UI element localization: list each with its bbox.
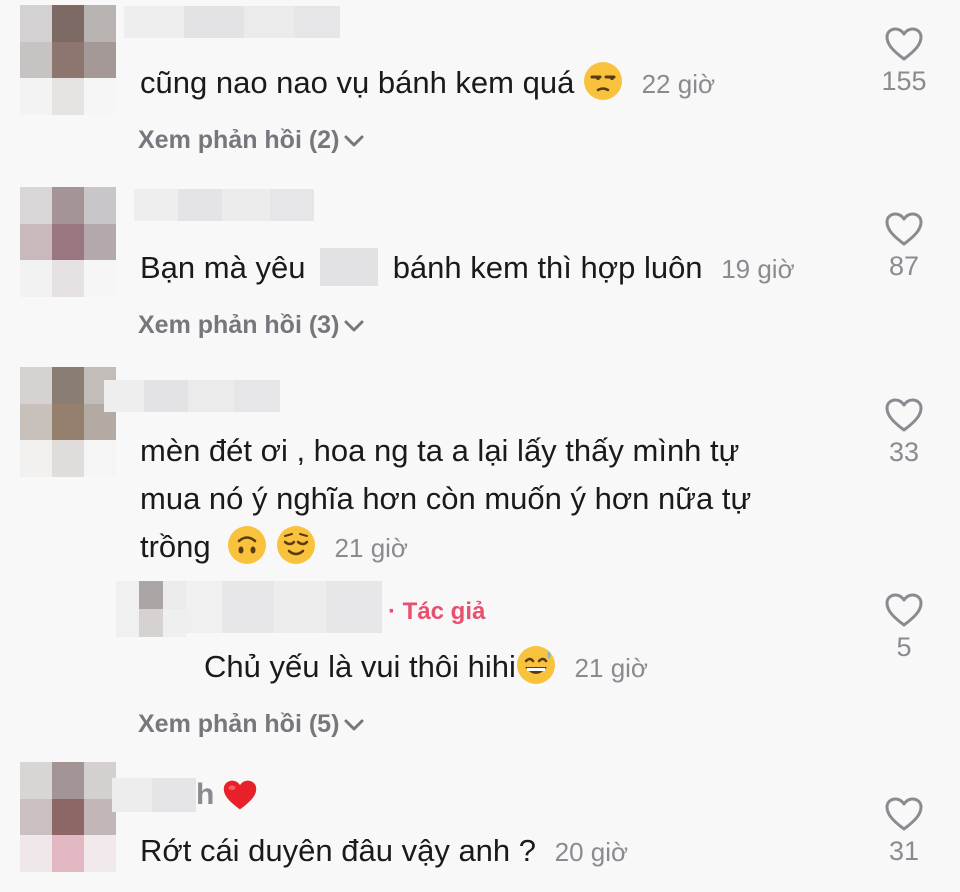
reply-avatar[interactable] xyxy=(116,581,186,637)
heart-outline-icon xyxy=(885,797,923,831)
chevron-down-icon xyxy=(344,135,364,146)
red-heart-icon xyxy=(222,778,258,812)
comment-text: cũng nao nao vụ bánh kem quá 22 giờ xyxy=(140,58,715,109)
chevron-down-icon xyxy=(344,719,364,730)
username-blurred[interactable] xyxy=(112,778,196,812)
comment-body: Rớt cái duyên đâu vậy anh ? xyxy=(140,833,537,868)
reply-username-blurred[interactable] xyxy=(186,581,382,633)
comment-time: 19 giờ xyxy=(721,254,795,284)
view-replies-button[interactable]: Xem phản hồi (3) xyxy=(138,311,365,340)
like-button[interactable]: 31 xyxy=(864,796,944,867)
comment-line-last: trồng 21 giờ xyxy=(140,523,751,572)
like-count: 5 xyxy=(896,632,912,662)
author-badge: · Tác giả xyxy=(388,598,486,625)
reply-time: 21 giờ xyxy=(574,653,648,683)
view-replies-button[interactable]: Xem phản hồi (2) xyxy=(138,126,365,155)
view-replies-label: Xem phản hồi (3) xyxy=(138,311,340,339)
like-count: 31 xyxy=(888,836,920,866)
like-button[interactable]: 87 xyxy=(864,211,944,282)
like-button[interactable]: 155 xyxy=(864,26,944,97)
avatar[interactable] xyxy=(20,367,116,477)
relieved-face-icon xyxy=(276,525,316,565)
view-replies-label: Xem phản hồi (5) xyxy=(138,710,340,738)
unamused-face-icon xyxy=(583,61,623,101)
comment-line: mua nó ý nghĩa hơn còn muốn ý hơn nữa tự xyxy=(140,481,752,516)
like-button[interactable]: 33 xyxy=(864,397,944,468)
censored-word xyxy=(320,248,379,286)
username-suffix: h xyxy=(196,778,215,811)
grinning-sweat-face-icon xyxy=(516,645,556,685)
username-visible[interactable]: h xyxy=(196,778,258,812)
username-blurred[interactable] xyxy=(124,6,340,38)
avatar[interactable] xyxy=(20,187,116,297)
heart-outline-icon xyxy=(885,212,923,246)
heart-outline-icon xyxy=(885,27,923,61)
like-count: 87 xyxy=(888,251,920,281)
view-replies-button[interactable]: Xem phản hồi (5) xyxy=(138,710,365,739)
username-blurred[interactable] xyxy=(134,189,314,221)
comment-body-end: bánh kem thì hợp luôn xyxy=(392,250,703,285)
reply-body: Chủ yếu là vui thôi hihi xyxy=(204,649,516,684)
upside-down-face-icon xyxy=(227,525,267,565)
comment-text: Rớt cái duyên đâu vậy anh ? 20 giờ xyxy=(140,826,628,877)
comment-line: mèn đét ơi , hoa ng ta a lại lấy thấy mì… xyxy=(140,433,740,468)
avatar[interactable] xyxy=(20,762,116,872)
avatar[interactable] xyxy=(20,5,116,115)
reply-like-button[interactable]: 5 xyxy=(864,592,944,663)
like-count: 33 xyxy=(888,437,920,467)
comment-text: Bạn mà yêu bánh kem thì hợp luôn 19 giờ xyxy=(140,243,795,294)
reply-text: Chủ yếu là vui thôi hihi 21 giờ xyxy=(204,642,648,693)
comment-body: cũng nao nao vụ bánh kem quá xyxy=(140,65,575,100)
comment-time: 21 giờ xyxy=(334,533,408,563)
chevron-down-icon xyxy=(344,320,364,331)
like-count: 155 xyxy=(881,66,927,96)
heart-outline-icon xyxy=(885,593,923,627)
comment-text: mèn đét ơi , hoa ng ta a lại lấy thấy mì… xyxy=(140,427,751,572)
heart-outline-icon xyxy=(885,398,923,432)
comment-body-start: Bạn mà yêu xyxy=(140,250,306,285)
view-replies-label: Xem phản hồi (2) xyxy=(138,126,340,154)
comment-body: trồng xyxy=(140,529,211,564)
username-blurred[interactable] xyxy=(104,380,280,412)
comment-time: 22 giờ xyxy=(641,69,716,99)
comment-time: 20 giờ xyxy=(554,837,629,867)
